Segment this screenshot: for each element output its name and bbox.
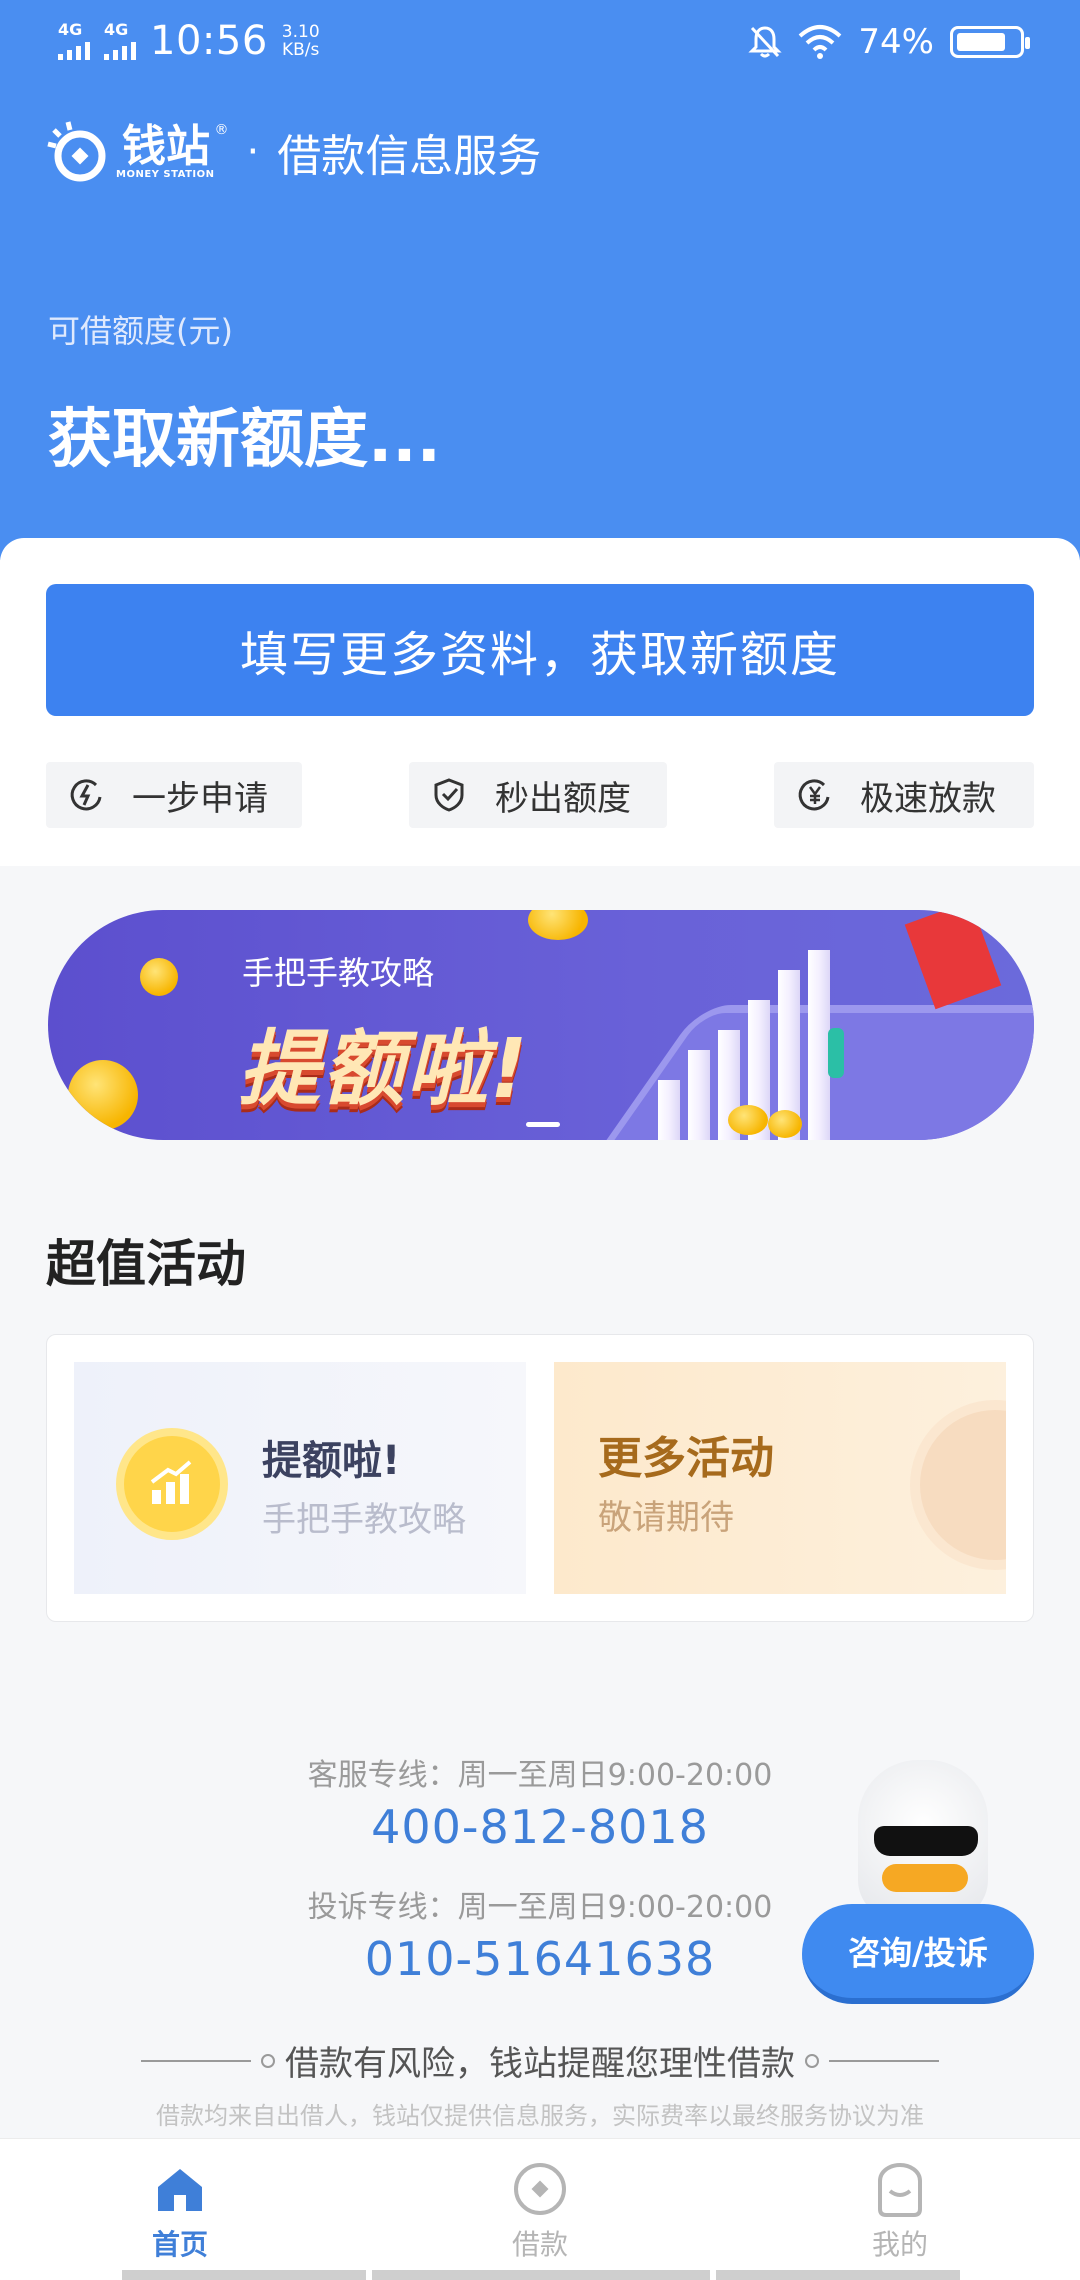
speed-value: 3.10 [281, 22, 320, 42]
activity-more[interactable]: 更多活动 敬请期待 [554, 1362, 1006, 1594]
brand-subtitle: MONEY STATION [116, 168, 215, 180]
network-type-1: 4G [58, 20, 83, 39]
wifi-icon [799, 25, 842, 59]
divider-line [141, 2059, 251, 2062]
coin-decoration [768, 1110, 802, 1138]
feature-label: 极速放款 [860, 778, 996, 819]
home-indicator [122, 2270, 366, 2280]
feature-list: 一步申请 秒出额度 极速放款 [46, 762, 1034, 828]
divider-knot-icon [261, 2053, 275, 2068]
risk-notice-text: 借款有风险，钱站提醒您理性借款 [285, 2044, 795, 2084]
home-indicator [716, 2270, 960, 2280]
sunglasses-icon [874, 1826, 978, 1856]
feature-one-step: 一步申请 [46, 762, 302, 828]
get-quota-button[interactable]: 填写更多资料，获取新额度 [46, 584, 1034, 716]
feature-label: 一步申请 [132, 778, 268, 819]
feature-instant-quota: 秒出额度 [409, 762, 667, 828]
battery-percent: 74% [858, 22, 934, 62]
signal-bars-icon [104, 40, 136, 60]
header: 4G 4G 10:56 3.10 KB/s 74% 钱站 MONEY STATI… [0, 0, 1080, 560]
feature-fast-loan: 极速放款 [774, 762, 1034, 828]
ticket-star-icon [910, 1400, 1006, 1570]
activity-subtitle: 敬请期待 [598, 1498, 734, 1538]
bell-muted-icon [748, 26, 783, 58]
brand-separator: · [246, 129, 260, 175]
network-type-2: 4G [104, 20, 129, 39]
red-envelope-decoration [904, 910, 1002, 1010]
consult-complaint-label: 咨询/投诉 [802, 1904, 1034, 2004]
check-shield-icon [434, 778, 464, 812]
divider-knot-icon [805, 2053, 819, 2068]
battery-icon [950, 26, 1030, 58]
registered-mark: ® [214, 122, 229, 138]
chart-coin-icon [116, 1428, 228, 1540]
coin-decoration [728, 1105, 768, 1135]
brand-text: 钱站 MONEY STATION [116, 120, 215, 180]
status-time: 10:56 [150, 18, 268, 64]
coin-decoration [528, 910, 588, 940]
network-speed: 3.10 KB/s [282, 23, 320, 59]
tab-label: 首页 [151, 2228, 208, 2261]
money-station-logo-icon [47, 121, 106, 182]
page-title: 借款信息服务 [277, 131, 542, 182]
speed-unit: KB/s [282, 40, 320, 60]
home-icon [158, 2169, 202, 2211]
tab-mine[interactable]: 我的 [800, 2161, 1000, 2263]
feature-label: 秒出额度 [495, 778, 631, 819]
beak-icon [882, 1864, 968, 1892]
promo-banner[interactable]: 手把手教攻略 提额啦! [48, 910, 1034, 1140]
status-bar: 4G 4G 10:56 3.10 KB/s 74% [0, 0, 1080, 84]
coin-decoration [140, 958, 178, 996]
person-illustration [828, 1028, 844, 1078]
lightning-circle-icon [70, 779, 102, 811]
consult-complaint-floating-button[interactable]: 咨询/投诉 [796, 1760, 1052, 2020]
banner-subtitle: 手把手教攻略 [242, 954, 435, 992]
home-indicator [372, 2270, 710, 2280]
quota-label: 可借额度(元) [48, 312, 233, 350]
activity-subtitle: 手把手教攻略 [262, 1500, 466, 1540]
activities-heading: 超值活动 [46, 1235, 246, 1293]
divider-line [829, 2059, 939, 2062]
disclaimer: 借款均来自出借人，钱站仅提供信息服务，实际费率以最终服务协议为准 [156, 2102, 924, 2130]
status-left: 4G 4G 10:56 3.10 KB/s [58, 18, 320, 64]
yuan-circle-icon [798, 779, 830, 811]
loan-coin-icon [514, 2163, 566, 2215]
signal-2: 4G [104, 22, 136, 60]
tab-label: 借款 [511, 2228, 568, 2261]
status-right: 74% [748, 22, 1030, 62]
signal-bars-icon [58, 40, 90, 60]
coin-decoration [68, 1060, 138, 1130]
activity-quota-boost[interactable]: 提额啦! 手把手教攻略 [74, 1362, 526, 1594]
signal-1: 4G [58, 22, 90, 60]
risk-notice: 借款有风险，钱站提醒您理性借款 [0, 2036, 1080, 2085]
brand: 钱站 MONEY STATION ® · 借款信息服务 [44, 118, 541, 186]
tab-loan[interactable]: 借款 [440, 2161, 640, 2263]
activity-title: 提额啦! [262, 1438, 401, 1484]
tab-home[interactable]: 首页 [80, 2161, 280, 2263]
activity-title: 更多活动 [598, 1433, 774, 1484]
quota-value: 获取新额度... [48, 403, 441, 477]
carousel-indicator [526, 1122, 560, 1127]
tab-label: 我的 [871, 2228, 928, 2261]
banner-title: 提额啦! [238, 1022, 530, 1117]
bottom-tab-bar: 首页 借款 我的 [0, 2138, 1080, 2280]
profile-icon [878, 2162, 922, 2217]
brand-name: 钱站 [122, 120, 210, 172]
